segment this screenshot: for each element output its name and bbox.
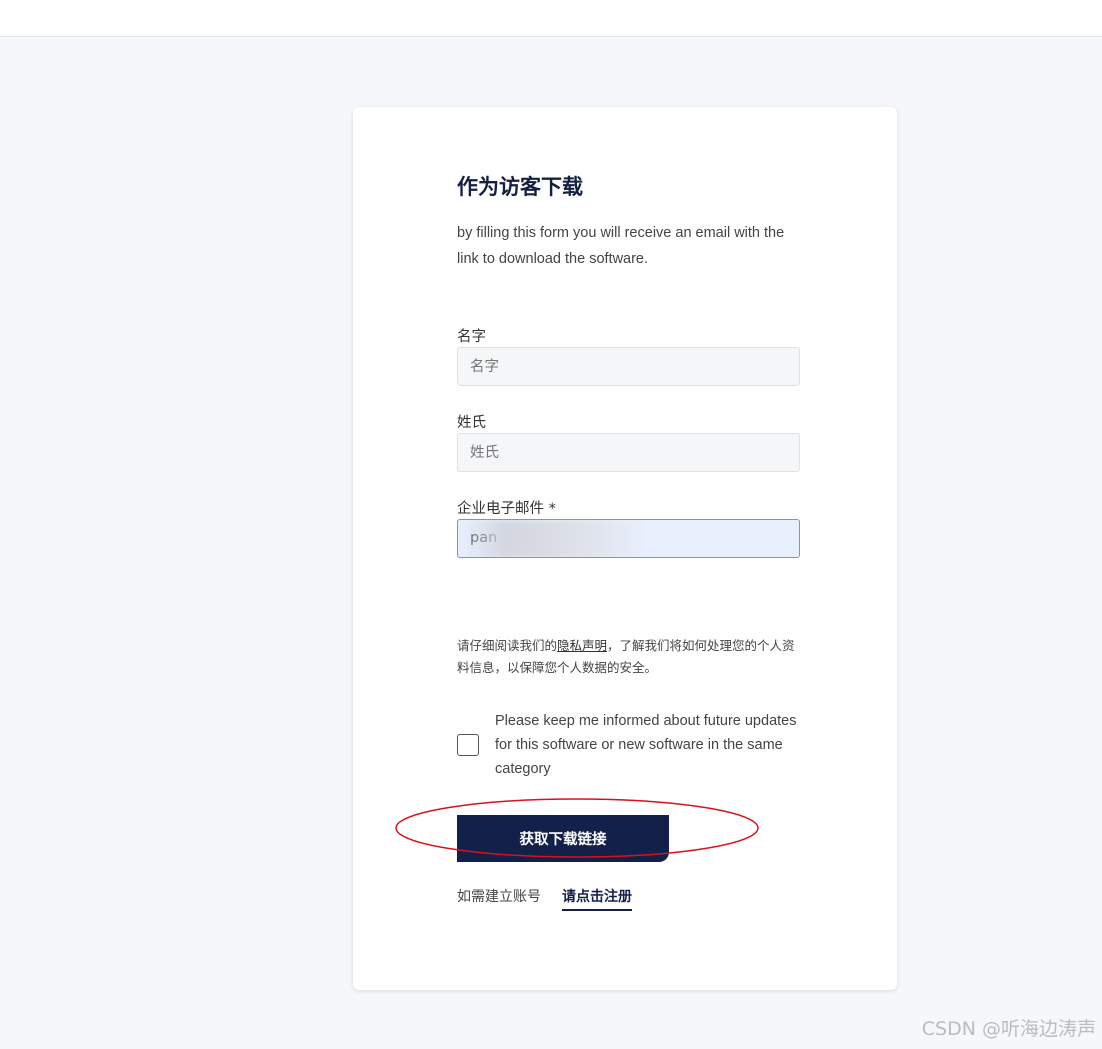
- first-name-input[interactable]: [457, 347, 800, 386]
- form-description: by filling this form you will receive an…: [457, 225, 785, 267]
- top-bar: [0, 0, 1102, 37]
- privacy-statement-link[interactable]: 隐私声明: [557, 638, 607, 653]
- newsletter-checkbox-label: Please keep me informed about future upd…: [495, 713, 797, 777]
- download-form-card: 作为访客下载 by filling this form you will rec…: [353, 107, 897, 990]
- privacy-notice: 请仔细阅读我们的隐私声明，了解我们将如何处理您的个人资料信息，以保障您个人数据的…: [457, 635, 802, 679]
- csdn-watermark: CSDN @听海边涛声: [921, 1018, 1096, 1040]
- privacy-text-before: 请仔细阅读我们的: [457, 638, 558, 653]
- form-title: 作为访客下载: [457, 175, 583, 199]
- email-input[interactable]: pan: [457, 519, 800, 558]
- register-link[interactable]: 请点击注册: [562, 886, 632, 911]
- get-download-link-button[interactable]: 获取下载链接: [457, 815, 669, 862]
- newsletter-checkbox[interactable]: [457, 734, 479, 756]
- last-name-label: 姓氏: [457, 415, 486, 431]
- last-name-input[interactable]: [457, 433, 800, 472]
- redaction-blur: [460, 520, 645, 557]
- email-label: 企业电子邮件 *: [457, 501, 556, 517]
- register-prompt: 如需建立账号: [457, 889, 541, 905]
- first-name-label: 名字: [457, 329, 486, 345]
